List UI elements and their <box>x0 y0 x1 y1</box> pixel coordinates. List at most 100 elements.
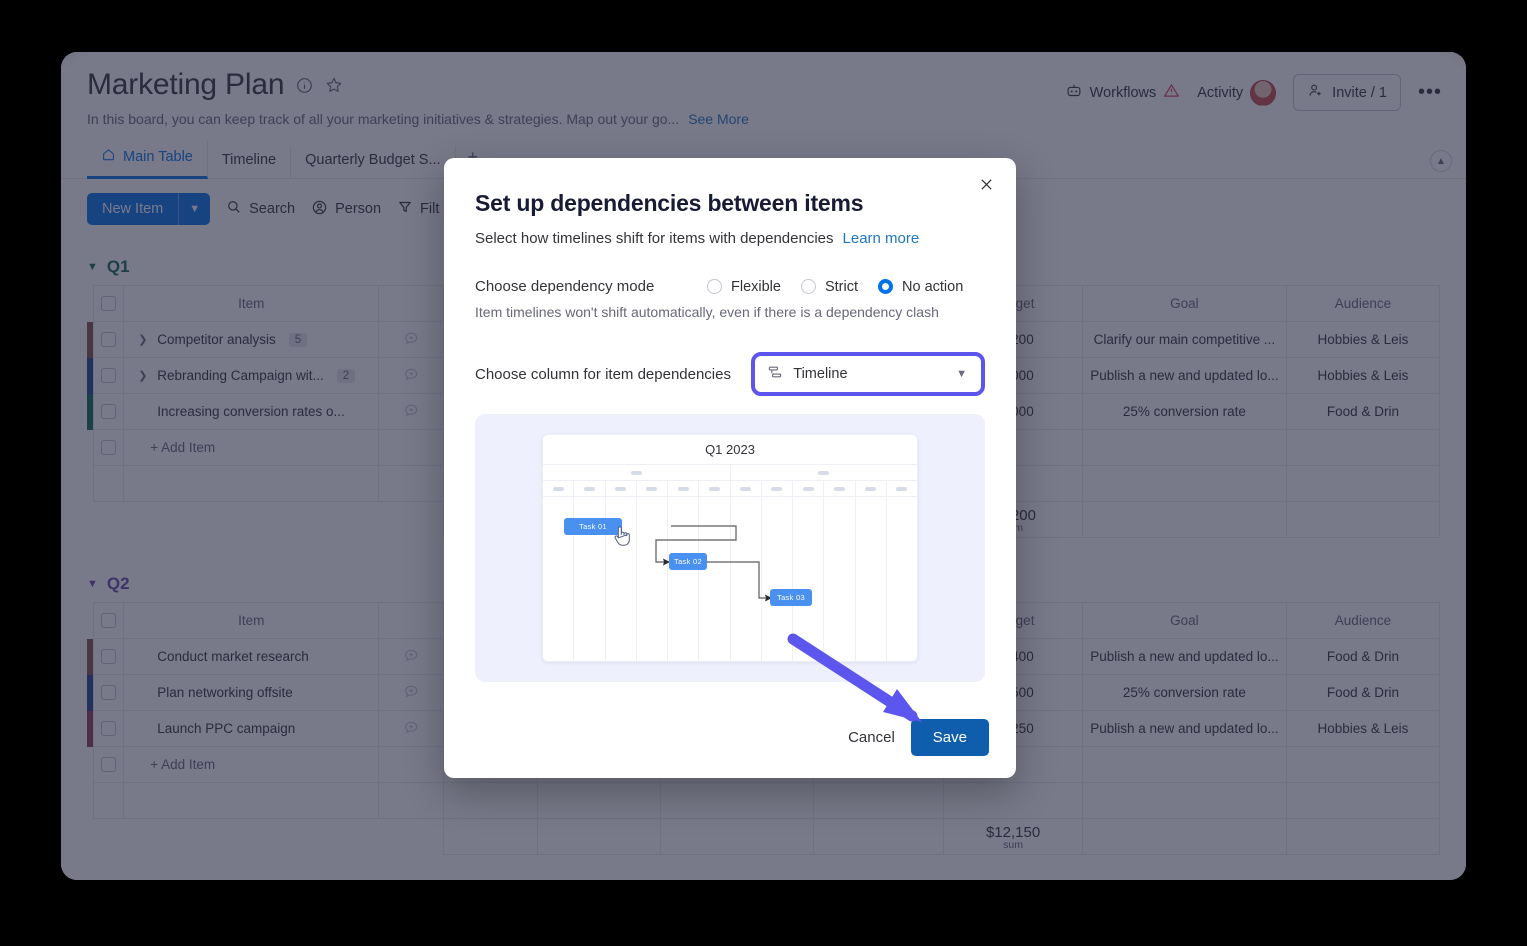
radio-flexible-dot[interactable] <box>707 279 722 294</box>
star-icon[interactable] <box>325 76 343 94</box>
row-checkbox-cell[interactable] <box>92 393 125 430</box>
tab-quarterly-budget[interactable]: Quarterly Budget S... <box>291 146 456 178</box>
radio-no-action-dot[interactable] <box>878 279 893 294</box>
row-updates-cell[interactable] <box>378 638 445 675</box>
col-updates[interactable] <box>378 285 445 322</box>
row-updates-cell[interactable] <box>378 710 445 747</box>
invite-button[interactable]: Invite / 1 <box>1293 74 1401 111</box>
radio-no-action[interactable]: No action <box>878 279 963 295</box>
row-item-cell[interactable]: ❯Plan networking offsite <box>123 674 380 711</box>
radio-flexible-label: Flexible <box>731 278 781 295</box>
row-checkbox-cell[interactable] <box>92 321 125 358</box>
add-update-icon[interactable] <box>403 404 420 422</box>
cancel-button[interactable]: Cancel <box>848 729 895 746</box>
row-goal-cell[interactable]: Publish a new and updated lo... <box>1081 710 1287 747</box>
person-button[interactable]: Person <box>311 199 381 220</box>
radio-strict[interactable]: Strict <box>800 279 858 295</box>
radio-flexible[interactable]: Flexible <box>707 279 781 295</box>
row-updates-cell[interactable] <box>378 357 445 394</box>
col-item[interactable]: Item <box>123 285 380 322</box>
row-checkbox-cell[interactable] <box>92 710 125 747</box>
radio-strict-dot[interactable] <box>800 279 816 294</box>
select-all-checkbox-cell[interactable] <box>92 602 125 639</box>
blank-cell <box>1285 782 1441 819</box>
add-update-icon[interactable] <box>403 649 420 667</box>
row-checkbox[interactable] <box>100 404 116 420</box>
blank-cell <box>1081 746 1287 783</box>
collapse-header-button[interactable]: ▲ <box>1430 150 1452 172</box>
chevron-down-icon[interactable]: ▼ <box>956 368 967 380</box>
blank-cell <box>443 782 539 819</box>
dependency-column-value: Timeline <box>793 366 848 382</box>
row-audience-cell[interactable]: Hobbies & Leis <box>1285 710 1441 747</box>
select-all-checkbox-cell[interactable] <box>92 285 125 322</box>
add-update-icon[interactable] <box>403 685 420 703</box>
row-checkbox-cell[interactable] <box>92 638 125 675</box>
col-audience[interactable]: Audience <box>1285 602 1441 639</box>
col-audience[interactable]: Audience <box>1285 285 1441 322</box>
row-checkbox[interactable] <box>100 368 116 384</box>
row-goal-cell[interactable]: Clarify our main competitive ... <box>1081 321 1287 358</box>
chevron-down-icon[interactable]: ▼ <box>179 193 210 225</box>
row-audience-cell[interactable]: Food & Drin <box>1285 674 1441 711</box>
expand-icon[interactable]: ❯ <box>138 333 148 346</box>
search-label: Search <box>249 201 296 217</box>
dependency-column-select[interactable]: Timeline ▼ <box>751 352 985 396</box>
search-button[interactable]: Search <box>226 199 295 219</box>
col-goal[interactable]: Goal <box>1081 602 1287 639</box>
row-item-cell[interactable]: ❯ Rebranding Campaign wit... 2 <box>123 357 380 394</box>
row-goal-cell[interactable]: 25% conversion rate <box>1081 393 1287 430</box>
add-item-cell[interactable]: + Add Item <box>123 746 380 783</box>
filter-button[interactable]: Filt <box>397 199 439 219</box>
col-item[interactable]: Item <box>123 602 380 639</box>
row-item-cell[interactable]: ❯Launch PPC campaign <box>123 710 380 747</box>
learn-more-link[interactable]: Learn more <box>843 230 920 247</box>
avatar[interactable] <box>1250 79 1277 106</box>
warning-icon <box>1163 82 1180 103</box>
add-update-icon[interactable] <box>403 721 420 739</box>
row-checkbox-cell[interactable] <box>92 357 125 394</box>
save-button[interactable]: Save <box>910 719 989 756</box>
select-all-checkbox[interactable] <box>100 613 116 629</box>
row-updates-cell[interactable] <box>378 674 445 711</box>
expand-icon[interactable]: ❯ <box>138 369 148 382</box>
activity-button[interactable]: Activity <box>1197 79 1277 106</box>
workflows-button[interactable]: Workflows <box>1065 82 1181 104</box>
row-checkbox-cell <box>92 746 125 783</box>
col-updates[interactable] <box>378 602 445 639</box>
row-goal-cell[interactable]: Publish a new and updated lo... <box>1081 638 1287 675</box>
chevron-down-icon[interactable]: ▼ <box>87 261 98 273</box>
add-update-icon[interactable] <box>403 332 420 350</box>
row-audience-cell[interactable]: Hobbies & Leis <box>1285 321 1441 358</box>
more-options-button[interactable]: ••• <box>1418 81 1442 104</box>
close-icon[interactable] <box>974 172 998 196</box>
row-audience-cell[interactable]: Hobbies & Leis <box>1285 357 1441 394</box>
row-updates-cell[interactable] <box>378 321 445 358</box>
row-item-cell[interactable]: ❯ Increasing conversion rates o... <box>123 393 380 430</box>
see-more-link[interactable]: See More <box>688 111 749 127</box>
tab-timeline[interactable]: Timeline <box>208 146 292 178</box>
new-item-button[interactable]: New Item ▼ <box>87 193 211 225</box>
select-all-checkbox[interactable] <box>100 296 116 312</box>
row-item-cell[interactable]: ❯ Competitor analysis 5 <box>123 321 380 358</box>
row-goal-cell[interactable]: Publish a new and updated lo... <box>1081 357 1287 394</box>
chevron-down-icon[interactable]: ▼ <box>87 578 98 590</box>
info-icon[interactable] <box>296 77 313 94</box>
row-checkbox[interactable] <box>100 649 116 665</box>
gantt-bar-task-02[interactable]: Task 02 <box>669 553 707 570</box>
col-goal[interactable]: Goal <box>1081 285 1287 322</box>
tab-main-table[interactable]: Main Table <box>87 141 208 179</box>
row-updates-cell[interactable] <box>378 393 445 430</box>
row-checkbox[interactable] <box>100 332 116 348</box>
gantt-bar-task-03[interactable]: Task 03 <box>770 589 812 606</box>
row-checkbox[interactable] <box>100 721 116 737</box>
row-checkbox-cell[interactable] <box>92 674 125 711</box>
row-audience-cell[interactable]: Food & Drin <box>1285 638 1441 675</box>
blank-cell <box>379 819 444 855</box>
row-item-cell[interactable]: ❯Conduct market research <box>123 638 380 675</box>
row-audience-cell[interactable]: Food & Drin <box>1285 393 1441 430</box>
add-item-cell[interactable]: + Add Item <box>123 429 380 466</box>
row-goal-cell[interactable]: 25% conversion rate <box>1081 674 1287 711</box>
add-update-icon[interactable] <box>403 368 420 386</box>
row-checkbox[interactable] <box>100 685 116 701</box>
